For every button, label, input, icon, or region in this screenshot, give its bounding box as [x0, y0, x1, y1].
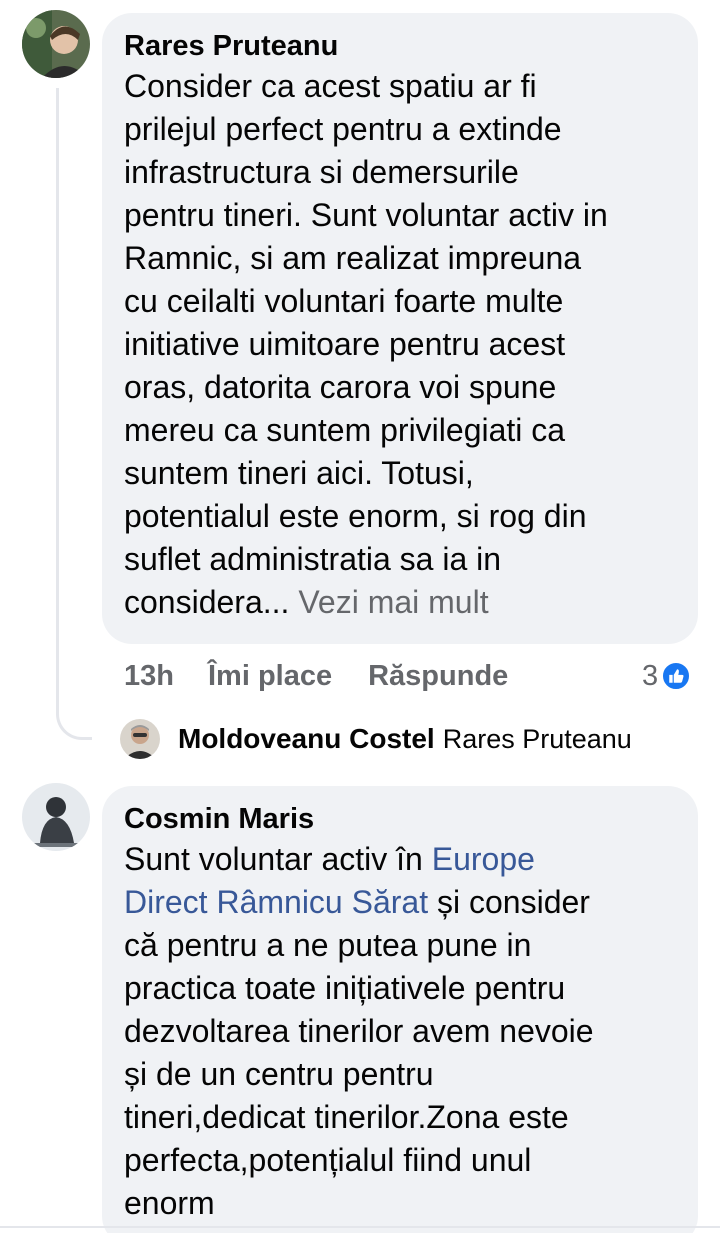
comment-author[interactable]: Cosmin Maris — [124, 800, 676, 838]
like-button[interactable]: Îmi place — [208, 660, 332, 693]
reply-preview[interactable]: Moldoveanu Costel Rares Pruteanu — [120, 716, 632, 762]
comment-actions: 13h Îmi place Răspunde — [124, 654, 544, 698]
avatar-rares-pruteanu[interactable] — [22, 10, 90, 78]
avatar-image — [22, 783, 90, 851]
reaction-summary[interactable]: 3 — [642, 656, 692, 696]
reply-author[interactable]: Moldoveanu Costel — [178, 723, 435, 755]
reaction-count: 3 — [642, 659, 659, 692]
reply-button[interactable]: Răspunde — [368, 660, 508, 693]
comment-body-start: Sunt voluntar activ în — [124, 841, 432, 877]
comment-body-end: și consider că pentru a ne putea pune in… — [124, 884, 594, 1221]
comment-text: Sunt voluntar activ în Europe Direct Râm… — [124, 838, 676, 1225]
comment-bubble-rares[interactable]: Rares Pruteanu Consider ca acest spatiu … — [102, 13, 698, 644]
comment-bubble-cosmin[interactable]: Cosmin Maris Sunt voluntar activ în Euro… — [102, 786, 698, 1233]
comment-author[interactable]: Rares Pruteanu — [124, 27, 676, 65]
avatar-image — [22, 10, 90, 78]
thread-connector-line — [56, 88, 92, 740]
see-more-link[interactable]: Vezi mai mult — [298, 584, 488, 620]
comment-timestamp[interactable]: 13h — [124, 660, 174, 693]
like-thumb-icon — [661, 661, 692, 691]
comment-text: Consider ca acest spatiu ar fi prilejul … — [124, 65, 676, 624]
comment-body: Consider ca acest spatiu ar fi prilejul … — [124, 68, 608, 620]
avatar-cosmin-maris[interactable] — [22, 783, 90, 851]
bottom-divider — [0, 1226, 720, 1228]
reply-target: Rares Pruteanu — [442, 723, 632, 754]
avatar-moldoveanu-costel — [120, 719, 160, 759]
